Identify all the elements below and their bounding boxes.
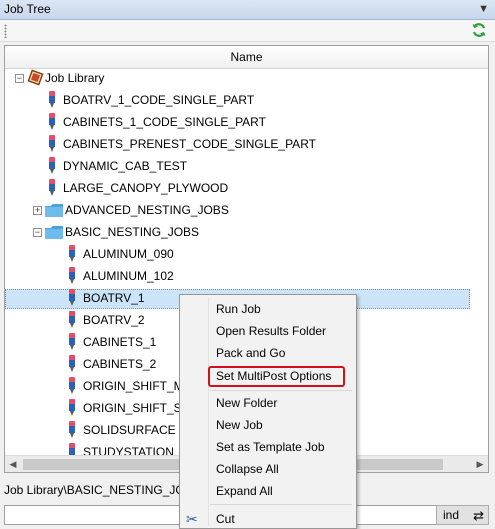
job-pin-icon xyxy=(69,267,75,284)
job-pin-icon xyxy=(69,377,75,394)
column-header-name[interactable]: Name xyxy=(5,46,488,69)
chevron-down-icon[interactable]: ▼ xyxy=(478,3,489,15)
tree-item-label: CABINETS_PRENEST_CODE_SINGLE_PART xyxy=(63,137,316,151)
job-pin-icon xyxy=(69,355,75,372)
menu-item-expand-all[interactable]: Expand All xyxy=(216,481,273,501)
collapse-icon[interactable]: − xyxy=(15,74,24,83)
tree-item-label: LARGE_CANOPY_PLYWOOD xyxy=(63,181,229,195)
tree-item-label: BOATRV_1 xyxy=(83,291,145,305)
menu-item-collapse-all[interactable]: Collapse All xyxy=(216,459,279,479)
context-menu: Run Job Open Results Folder Pack and Go … xyxy=(179,294,357,529)
scroll-left-icon[interactable]: ◀ xyxy=(5,456,21,472)
highlight-box xyxy=(208,366,345,387)
tree-item-label: ORIGIN_SHIFT_SU xyxy=(83,401,191,415)
scissors-icon: ✂ xyxy=(186,511,198,527)
panel-title-bar: Job Tree ▼ xyxy=(0,0,495,20)
job-pin-icon xyxy=(49,135,55,152)
tree-item-label: ALUMINUM_102 xyxy=(83,269,174,283)
tree-item-label: CABINETS_2 xyxy=(83,357,157,371)
job-pin-icon xyxy=(49,179,55,196)
tree-item-label: ALUMINUM_090 xyxy=(83,247,174,261)
job-pin-icon xyxy=(69,245,75,262)
tree-item-label: SOLIDSURFACE xyxy=(83,423,176,437)
menu-separator xyxy=(210,504,352,505)
toolbar xyxy=(0,20,495,42)
job-pin-icon xyxy=(69,399,75,416)
menu-item-pack-and-go[interactable]: Pack and Go xyxy=(216,343,285,363)
scroll-right-icon[interactable]: ▶ xyxy=(472,456,488,472)
tree-item-label: Job Library xyxy=(45,71,105,85)
menu-item-new-folder[interactable]: New Folder xyxy=(216,393,277,413)
toolbar-grip[interactable] xyxy=(4,24,7,38)
menu-item-run-job[interactable]: Run Job xyxy=(216,299,261,319)
tree-item-label: BASIC_NESTING_JOBS xyxy=(65,225,200,239)
job-pin-icon xyxy=(49,113,55,130)
collapse-icon[interactable]: − xyxy=(33,228,42,237)
current-path: Job Library\BASIC_NESTING_JOB xyxy=(4,483,193,497)
job-pin-icon xyxy=(69,289,75,306)
job-pin-icon xyxy=(69,421,75,438)
folder-icon xyxy=(45,204,63,217)
menu-item-new-job[interactable]: New Job xyxy=(216,415,263,435)
menu-item-open-results-folder[interactable]: Open Results Folder xyxy=(216,321,326,341)
tree-item-label: ORIGIN_SHIFT_MA xyxy=(83,379,192,393)
tree-item-label: BOATRV_2 xyxy=(83,313,145,327)
tree-item-label: ADVANCED_NESTING_JOBS xyxy=(65,203,229,217)
panel-title: Job Tree xyxy=(4,2,51,16)
menu-item-set-as-template-job[interactable]: Set as Template Job xyxy=(216,437,325,457)
job-pin-icon xyxy=(69,333,75,350)
find-button-label: ind xyxy=(443,508,460,522)
job-pin-icon xyxy=(49,157,55,174)
tree-item-label: CABINETS_1_CODE_SINGLE_PART xyxy=(63,115,266,129)
menu-item-cut[interactable]: Cut xyxy=(216,509,235,529)
tree-item-label: CABINETS_1 xyxy=(83,335,157,349)
folder-open-icon xyxy=(45,226,63,239)
expand-icon[interactable]: + xyxy=(33,206,42,215)
job-pin-icon xyxy=(49,91,55,108)
tree-item-label: DYNAMIC_CAB_TEST xyxy=(63,159,188,173)
refresh-icon[interactable] xyxy=(471,22,487,38)
find-button[interactable]: ind ⇄ xyxy=(436,505,489,525)
library-icon xyxy=(27,69,44,86)
tree-item-label: BOATRV_1_CODE_SINGLE_PART xyxy=(63,93,255,107)
menu-icon-gutter xyxy=(208,297,209,526)
menu-separator xyxy=(210,390,352,391)
job-pin-icon xyxy=(69,311,75,328)
arrow-icon: ⇄ xyxy=(473,508,484,523)
